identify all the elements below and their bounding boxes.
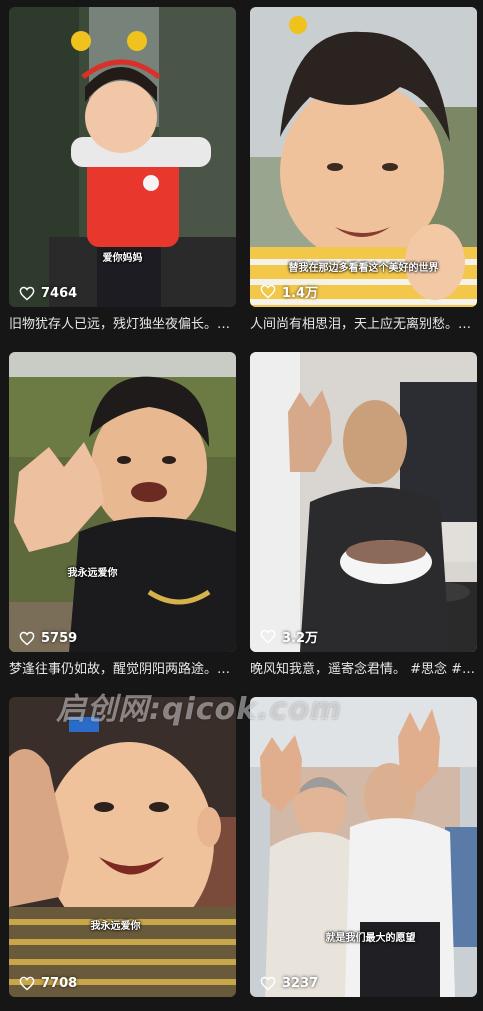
video-subtitle: 爱你妈妈: [102, 253, 143, 264]
like-count-value: 1.4万: [282, 286, 319, 301]
like-count: 3.2万: [260, 627, 318, 646]
like-count-value: 5759: [41, 631, 78, 646]
video-subtitle: 我永远爱你: [67, 568, 118, 579]
video-caption[interactable]: 梦逢往事仍如故，醒觉阴阳两路途。…: [9, 661, 236, 679]
video-thumbnail[interactable]: 我永远爱你 5759: [9, 352, 236, 652]
video-card[interactable]: 我永远爱你 5759 梦逢往事仍如故，醒觉阴阳两路途。…: [9, 352, 236, 679]
heart-outline-icon: [260, 629, 276, 644]
video-subtitle: 就是我们最大的愿望: [325, 933, 416, 944]
video-card[interactable]: 3.2万 晚风知我意，遥寄念君情。 #思念 #…: [250, 352, 477, 679]
like-count: 5759: [19, 631, 77, 646]
heart-outline-icon: [19, 631, 35, 646]
thumbnail-image: [9, 697, 236, 997]
video-feed: 爱你妈妈 7464 旧物犹存人已远，残灯独坐夜偏长。… 替我在那边多看看这个美好…: [0, 0, 483, 1011]
like-count: 7708: [19, 976, 77, 991]
video-subtitle: 我永远爱你: [90, 921, 141, 932]
video-caption[interactable]: 晚风知我意，遥寄念君情。 #思念 #…: [250, 661, 477, 679]
video-thumbnail[interactable]: 爱你妈妈 7464: [9, 7, 236, 307]
heart-outline-icon: [19, 976, 35, 991]
like-count-value: 3.2万: [282, 631, 319, 646]
heart-outline-icon: [260, 976, 276, 991]
video-thumbnail[interactable]: 我永远爱你 7708: [9, 697, 236, 997]
thumbnail-image: [250, 352, 477, 652]
video-caption[interactable]: 旧物犹存人已远，残灯独坐夜偏长。…: [9, 316, 236, 334]
video-subtitle: 替我在那边多看看这个美好的世界: [288, 263, 439, 274]
thumbnail-image: [9, 352, 236, 652]
like-count-value: 3237: [282, 976, 319, 991]
heart-outline-icon: [260, 284, 276, 299]
video-card[interactable]: 爱你妈妈 7464 旧物犹存人已远，残灯独坐夜偏长。…: [9, 7, 236, 334]
video-card[interactable]: 我永远爱你 7708: [9, 697, 236, 997]
thumbnail-image: [250, 697, 477, 997]
video-thumbnail[interactable]: 3.2万: [250, 352, 477, 652]
like-count: 7464: [19, 286, 77, 301]
video-card[interactable]: 就是我们最大的愿望 3237: [250, 697, 477, 997]
like-count-value: 7464: [41, 286, 78, 301]
video-caption[interactable]: 人间尚有相思泪，天上应无离别愁。…: [250, 316, 477, 334]
video-card[interactable]: 替我在那边多看看这个美好的世界 1.4万 人间尚有相思泪，天上应无离别愁。…: [250, 7, 477, 334]
like-count: 3237: [260, 976, 318, 991]
heart-outline-icon: [19, 286, 35, 301]
video-thumbnail[interactable]: 替我在那边多看看这个美好的世界 1.4万: [250, 7, 477, 307]
video-thumbnail[interactable]: 就是我们最大的愿望 3237: [250, 697, 477, 997]
like-count: 1.4万: [260, 282, 318, 301]
like-count-value: 7708: [41, 976, 78, 991]
